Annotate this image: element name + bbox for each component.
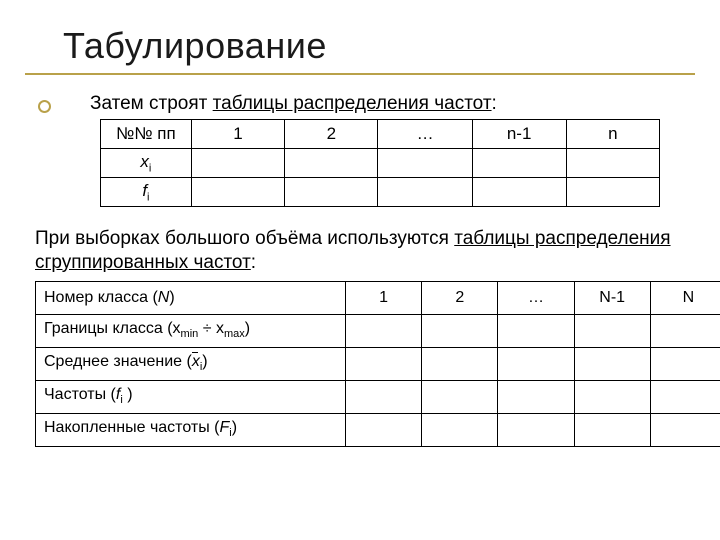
cell-empty: [574, 413, 650, 446]
t2-r4-F: F: [219, 419, 229, 436]
table-row: Среднее значение (xi): [36, 347, 720, 380]
t2-row2-label: Среднее значение (xi): [36, 347, 346, 380]
t2-r1-max: max: [224, 329, 245, 341]
t2-col-Nminus1: N-1: [574, 281, 650, 314]
title-rule: [25, 73, 695, 75]
cell-empty: [650, 380, 720, 413]
body-text: При выборках большого объёма используютс…: [35, 227, 685, 275]
table-row: xi: [101, 149, 660, 178]
cell-empty: [566, 149, 659, 178]
intro-tail: :: [492, 93, 497, 114]
cell-empty: [191, 149, 284, 178]
cell-empty: [498, 347, 574, 380]
t2-row1-label: Границы класса (xmin ÷ xmax): [36, 314, 346, 347]
t2-r2-sub: i: [200, 362, 202, 374]
table-row: Накопленные частоты (Fi): [36, 413, 720, 446]
t1-col-dots: …: [378, 120, 472, 149]
cell-empty: [498, 314, 574, 347]
grouped-frequency-table: Номер класса (N) 1 2 … N-1 N Границы кла…: [35, 281, 720, 447]
table-row: Номер класса (N) 1 2 … N-1 N: [36, 281, 720, 314]
t2-row4-label: Накопленные частоты (Fi): [36, 413, 346, 446]
cell-empty: [574, 314, 650, 347]
cell-empty: [472, 178, 566, 207]
t2-r0-a: Номер класса (: [44, 289, 158, 306]
t2-r0-b: ): [169, 289, 174, 306]
table-row: fi: [101, 178, 660, 207]
cell-empty: [650, 347, 720, 380]
fi-sub: i: [147, 191, 149, 203]
cell-empty: [574, 347, 650, 380]
cell-empty: [346, 413, 422, 446]
frequency-table: №№ пп 1 2 … n-1 n xi fi: [100, 119, 660, 207]
cell-empty: [378, 149, 472, 178]
cell-empty: [498, 380, 574, 413]
t2-row3-label: Частоты (fi ): [36, 380, 346, 413]
intro-underline: таблицы распределения частот: [213, 93, 492, 114]
page-title: Табулирование: [63, 25, 695, 67]
t1-header-npp: №№ пп: [101, 120, 192, 149]
cell-empty: [498, 413, 574, 446]
table-row: Границы класса (xmin ÷ xmax): [36, 314, 720, 347]
t1-col-2: 2: [285, 120, 378, 149]
t1-col-1: 1: [191, 120, 284, 149]
t2-col-N: N: [650, 281, 720, 314]
cell-empty: [422, 347, 498, 380]
xbar-icon: xi: [192, 353, 202, 373]
t2-r1-div: ÷ x: [198, 320, 224, 337]
cell-empty: [650, 413, 720, 446]
cell-empty: [285, 178, 378, 207]
t2-r1-a: Границы класса (x: [44, 320, 181, 337]
body-tail: :: [251, 252, 256, 273]
cell-empty: [566, 178, 659, 207]
t1-col-nminus1: n-1: [472, 120, 566, 149]
cell-empty: [472, 149, 566, 178]
t2-r3-a: Частоты (: [44, 386, 116, 403]
cell-empty: [346, 380, 422, 413]
bar-line: [192, 352, 198, 353]
t2-r3-b: ): [123, 386, 133, 403]
cell-empty: [346, 314, 422, 347]
t2-r2-x: x: [192, 353, 200, 370]
table1-wrap: №№ пп 1 2 … n-1 n xi fi: [100, 119, 660, 207]
table-row: №№ пп 1 2 … n-1 n: [101, 120, 660, 149]
t2-col-1: 1: [346, 281, 422, 314]
t2-r2-a: Среднее значение (: [44, 353, 192, 370]
body-plain: При выборках большого объёма используютс…: [35, 228, 454, 249]
xi-sub: i: [149, 162, 151, 174]
t2-r4-b: ): [232, 419, 237, 436]
cell-empty: [378, 178, 472, 207]
t2-r2-b: ): [202, 353, 207, 370]
cell-empty: [650, 314, 720, 347]
xi-x: x: [140, 152, 149, 171]
t1-col-n: n: [566, 120, 659, 149]
intro-text: Затем строят таблицы распределения часто…: [90, 93, 695, 115]
cell-empty: [285, 149, 378, 178]
t2-col-dots: …: [498, 281, 574, 314]
cell-empty: [422, 413, 498, 446]
table-row: Частоты (fi ): [36, 380, 720, 413]
t2-r4-a: Накопленные частоты (: [44, 419, 219, 436]
cell-empty: [191, 178, 284, 207]
t2-r1-b: ): [245, 320, 250, 337]
intro-plain: Затем строят: [90, 93, 213, 114]
t2-r0-N: N: [158, 289, 170, 306]
cell-empty: [346, 347, 422, 380]
t2-r1-min: min: [181, 329, 199, 341]
t2-row0-label: Номер класса (N): [36, 281, 346, 314]
cell-empty: [422, 380, 498, 413]
cell-empty: [422, 314, 498, 347]
cell-empty: [574, 380, 650, 413]
slide: Табулирование Затем строят таблицы распр…: [0, 0, 720, 540]
t2-col-2: 2: [422, 281, 498, 314]
bullet-icon: [38, 100, 51, 113]
t1-row-xi: xi: [101, 149, 192, 178]
t1-row-fi: fi: [101, 178, 192, 207]
